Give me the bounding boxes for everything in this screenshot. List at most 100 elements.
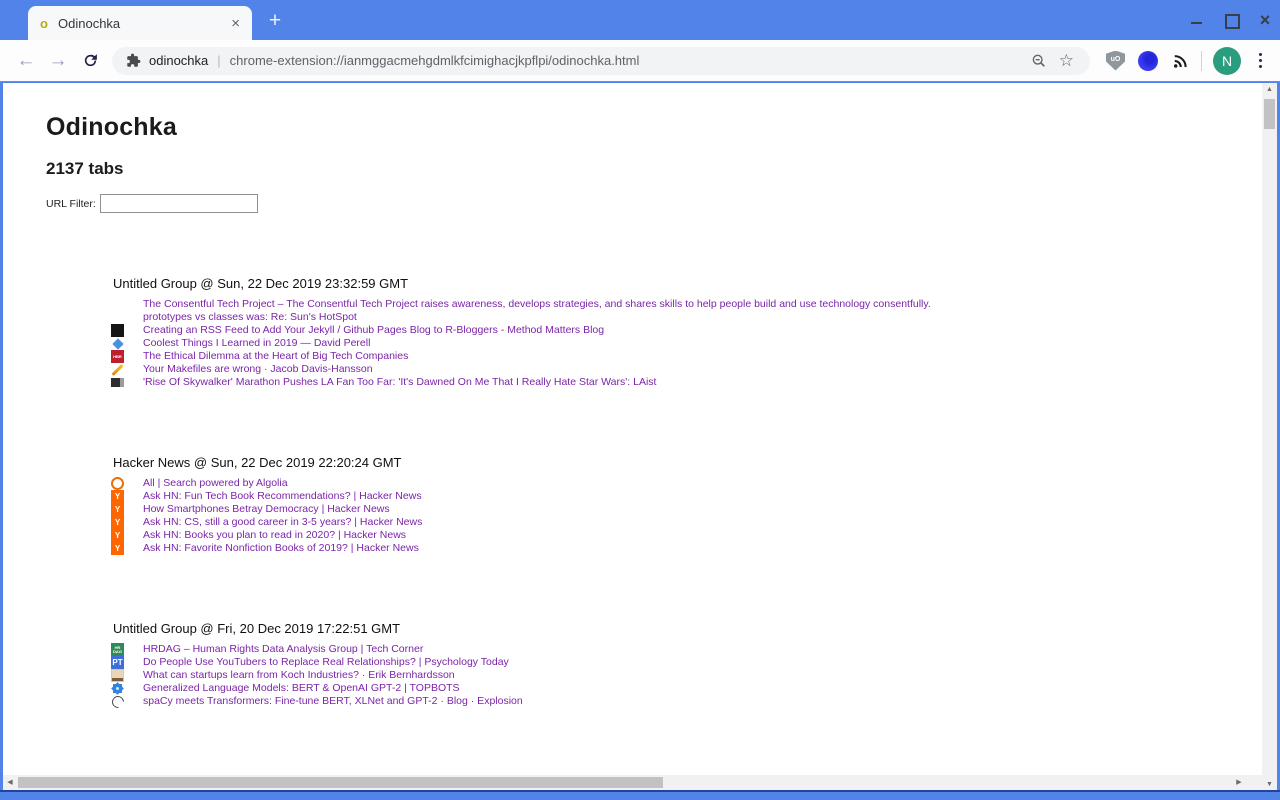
laist-favicon: [111, 378, 124, 387]
extension-name-chip: odinochka: [149, 53, 209, 68]
back-button[interactable]: ←: [10, 50, 42, 72]
window-frame-bottom: [0, 790, 1280, 800]
tab-link[interactable]: Your Makefiles are wrong · Jacob Davis-H…: [143, 363, 373, 376]
tab-row: All | Search powered by Algolia: [3, 477, 1262, 490]
tab-link[interactable]: Generalized Language Models: BERT & Open…: [143, 682, 460, 695]
group-header: Hacker News @ Sun, 22 Dec 2019 22:20:24 …: [113, 455, 402, 470]
topbots-gear-favicon: [111, 682, 124, 695]
tab-row: Y Ask HN: CS, still a good career in 3-5 …: [3, 516, 1262, 529]
tab-count: 2137 tabs: [46, 159, 124, 178]
toolbar-divider: [1201, 50, 1202, 71]
tab-link[interactable]: Do People Use YouTubers to Replace Real …: [143, 656, 509, 669]
tab-link[interactable]: What can startups learn from Koch Indust…: [143, 669, 455, 682]
explosion-arc-favicon: [111, 695, 124, 708]
tab-row: HBR The Ethical Dilemma at the Heart of B…: [3, 350, 1262, 363]
hackernews-favicon: Y: [111, 503, 124, 516]
minimize-button[interactable]: [1190, 13, 1204, 27]
tab-row: 'Rise Of Skywalker' Marathon Pushes LA F…: [3, 376, 1262, 389]
tab-groups: Untitled Group @ Sun, 22 Dec 2019 23:32:…: [3, 276, 1262, 789]
tab-link[interactable]: HRDAG – Human Rights Data Analysis Group…: [143, 643, 423, 656]
tab-row: What can startups learn from Koch Indust…: [3, 669, 1262, 682]
vertical-scrollbar[interactable]: ▲ ▼: [1262, 83, 1277, 792]
bookmark-star-icon[interactable]: ☆: [1059, 51, 1074, 71]
browser-tab[interactable]: o Odinochka ×: [28, 6, 252, 40]
maximize-button[interactable]: [1224, 13, 1240, 29]
scroll-right-icon[interactable]: ▶: [1232, 775, 1246, 790]
hackernews-favicon: Y: [111, 529, 124, 542]
profile-avatar[interactable]: N: [1213, 46, 1241, 75]
group-header: Untitled Group @ Sun, 22 Dec 2019 23:32:…: [113, 276, 409, 291]
tab-link[interactable]: spaCy meets Transformers: Fine-tune BERT…: [143, 695, 523, 708]
tab-row: Coolest Things I Learned in 2019 — David…: [3, 337, 1262, 350]
pencil-favicon: [111, 363, 124, 376]
tab-link[interactable]: How Smartphones Betray Democracy | Hacke…: [143, 503, 390, 516]
reload-icon: [84, 54, 97, 67]
tab-link[interactable]: Coolest Things I Learned in 2019 — David…: [143, 337, 370, 350]
window-controls: ×: [1190, 6, 1272, 34]
titlebar: o Odinochka × + ×: [0, 0, 1280, 40]
ublock-extension-icon[interactable]: uO: [1106, 50, 1125, 71]
rbloggers-favicon: [111, 324, 124, 337]
browser-window: o Odinochka × + × ← → odinochka | chrome…: [0, 0, 1280, 800]
page-content: Odinochka 2137 tabs URL Filter: Untitled…: [3, 83, 1262, 790]
horizontal-scroll-thumb[interactable]: [18, 777, 663, 788]
tab-row: Y How Smartphones Betray Democracy | Hack…: [3, 503, 1262, 516]
psychologytoday-favicon: PT: [111, 656, 124, 669]
zoom-icon[interactable]: [1031, 53, 1047, 69]
blank-favicon: [111, 311, 124, 324]
tab-link[interactable]: Creating an RSS Feed to Add Your Jekyll …: [143, 324, 604, 337]
tab-row: Y Ask HN: Favorite Nonfiction Books of 20…: [3, 542, 1262, 555]
bernhardsson-avatar-favicon: [111, 669, 124, 682]
menu-icon[interactable]: [1255, 49, 1266, 72]
page-title: Odinochka: [46, 113, 177, 141]
tab-link[interactable]: The Consentful Tech Project – The Consen…: [143, 298, 931, 311]
reload-button[interactable]: [74, 52, 106, 69]
tab-row: The Consentful Tech Project – The Consen…: [3, 298, 1262, 311]
url-filter-row: URL Filter:: [46, 194, 1262, 213]
tab-row: spaCy meets Transformers: Fine-tune BERT…: [3, 695, 1262, 708]
tab-row: PT Do People Use YouTubers to Replace Rea…: [3, 656, 1262, 669]
hrdag-favicon: HR DAG: [111, 643, 124, 656]
tab-row: Y Ask HN: Books you plan to read in 2020?…: [3, 529, 1262, 542]
tab-row: Generalized Language Models: BERT & Open…: [3, 682, 1262, 695]
tab-title: Odinochka: [58, 15, 121, 31]
tab-group: Untitled Group @ Fri, 20 Dec 2019 17:22:…: [3, 621, 1262, 708]
rss-extension-icon[interactable]: [1171, 52, 1189, 70]
algolia-clock-favicon: [111, 477, 124, 490]
address-bar[interactable]: odinochka | chrome-extension://ianmggacm…: [112, 46, 1090, 75]
new-tab-button[interactable]: +: [262, 8, 288, 34]
hackernews-favicon: Y: [111, 516, 124, 529]
hackernews-favicon: Y: [111, 490, 124, 503]
extension-puzzle-icon: [126, 53, 141, 68]
hackernews-favicon: Y: [111, 542, 124, 555]
tab-link[interactable]: The Ethical Dilemma at the Heart of Big …: [143, 350, 408, 363]
tab-link[interactable]: 'Rise Of Skywalker' Marathon Pushes LA F…: [143, 376, 656, 389]
tab-row: prototypes vs classes was: Re: Sun's Hot…: [3, 311, 1262, 324]
url-text: chrome-extension://ianmggacmehgdmlkfcimi…: [229, 53, 640, 68]
blank-favicon: [111, 298, 124, 311]
horizontal-scrollbar[interactable]: ◀ ▶: [3, 775, 1262, 790]
vertical-scroll-thumb[interactable]: [1264, 99, 1275, 129]
group-header: Untitled Group @ Fri, 20 Dec 2019 17:22:…: [113, 621, 401, 636]
tab-link[interactable]: Ask HN: CS, still a good career in 3-5 y…: [143, 516, 422, 529]
tab-link[interactable]: All | Search powered by Algolia: [143, 477, 288, 490]
tab-close-icon[interactable]: ×: [229, 15, 242, 32]
url-filter-label: URL Filter:: [46, 197, 96, 210]
tab-link[interactable]: Ask HN: Books you plan to read in 2020? …: [143, 529, 406, 542]
forward-button[interactable]: →: [42, 50, 74, 72]
tab-link[interactable]: Ask HN: Favorite Nonfiction Books of 201…: [143, 542, 419, 555]
tab-row: Y Ask HN: Fun Tech Book Recommendations? …: [3, 490, 1262, 503]
url-separator: |: [217, 53, 221, 68]
url-filter-input[interactable]: [99, 194, 258, 213]
tab-row: Creating an RSS Feed to Add Your Jekyll …: [3, 324, 1262, 337]
perell-star-favicon: [111, 337, 124, 350]
scroll-left-icon[interactable]: ◀: [3, 775, 17, 790]
tab-link[interactable]: Ask HN: Fun Tech Book Recommendations? |…: [143, 490, 422, 503]
tab-group: Untitled Group @ Sun, 22 Dec 2019 23:32:…: [3, 276, 1262, 389]
toolbar: ← → odinochka | chrome-extension://ianmg…: [0, 40, 1280, 82]
scroll-up-icon[interactable]: ▲: [1262, 83, 1277, 97]
close-window-button[interactable]: ×: [1258, 11, 1272, 29]
hbr-favicon: HBR: [111, 350, 124, 363]
tab-link[interactable]: prototypes vs classes was: Re: Sun's Hot…: [143, 311, 357, 324]
blue-globe-extension-icon[interactable]: [1138, 50, 1158, 71]
